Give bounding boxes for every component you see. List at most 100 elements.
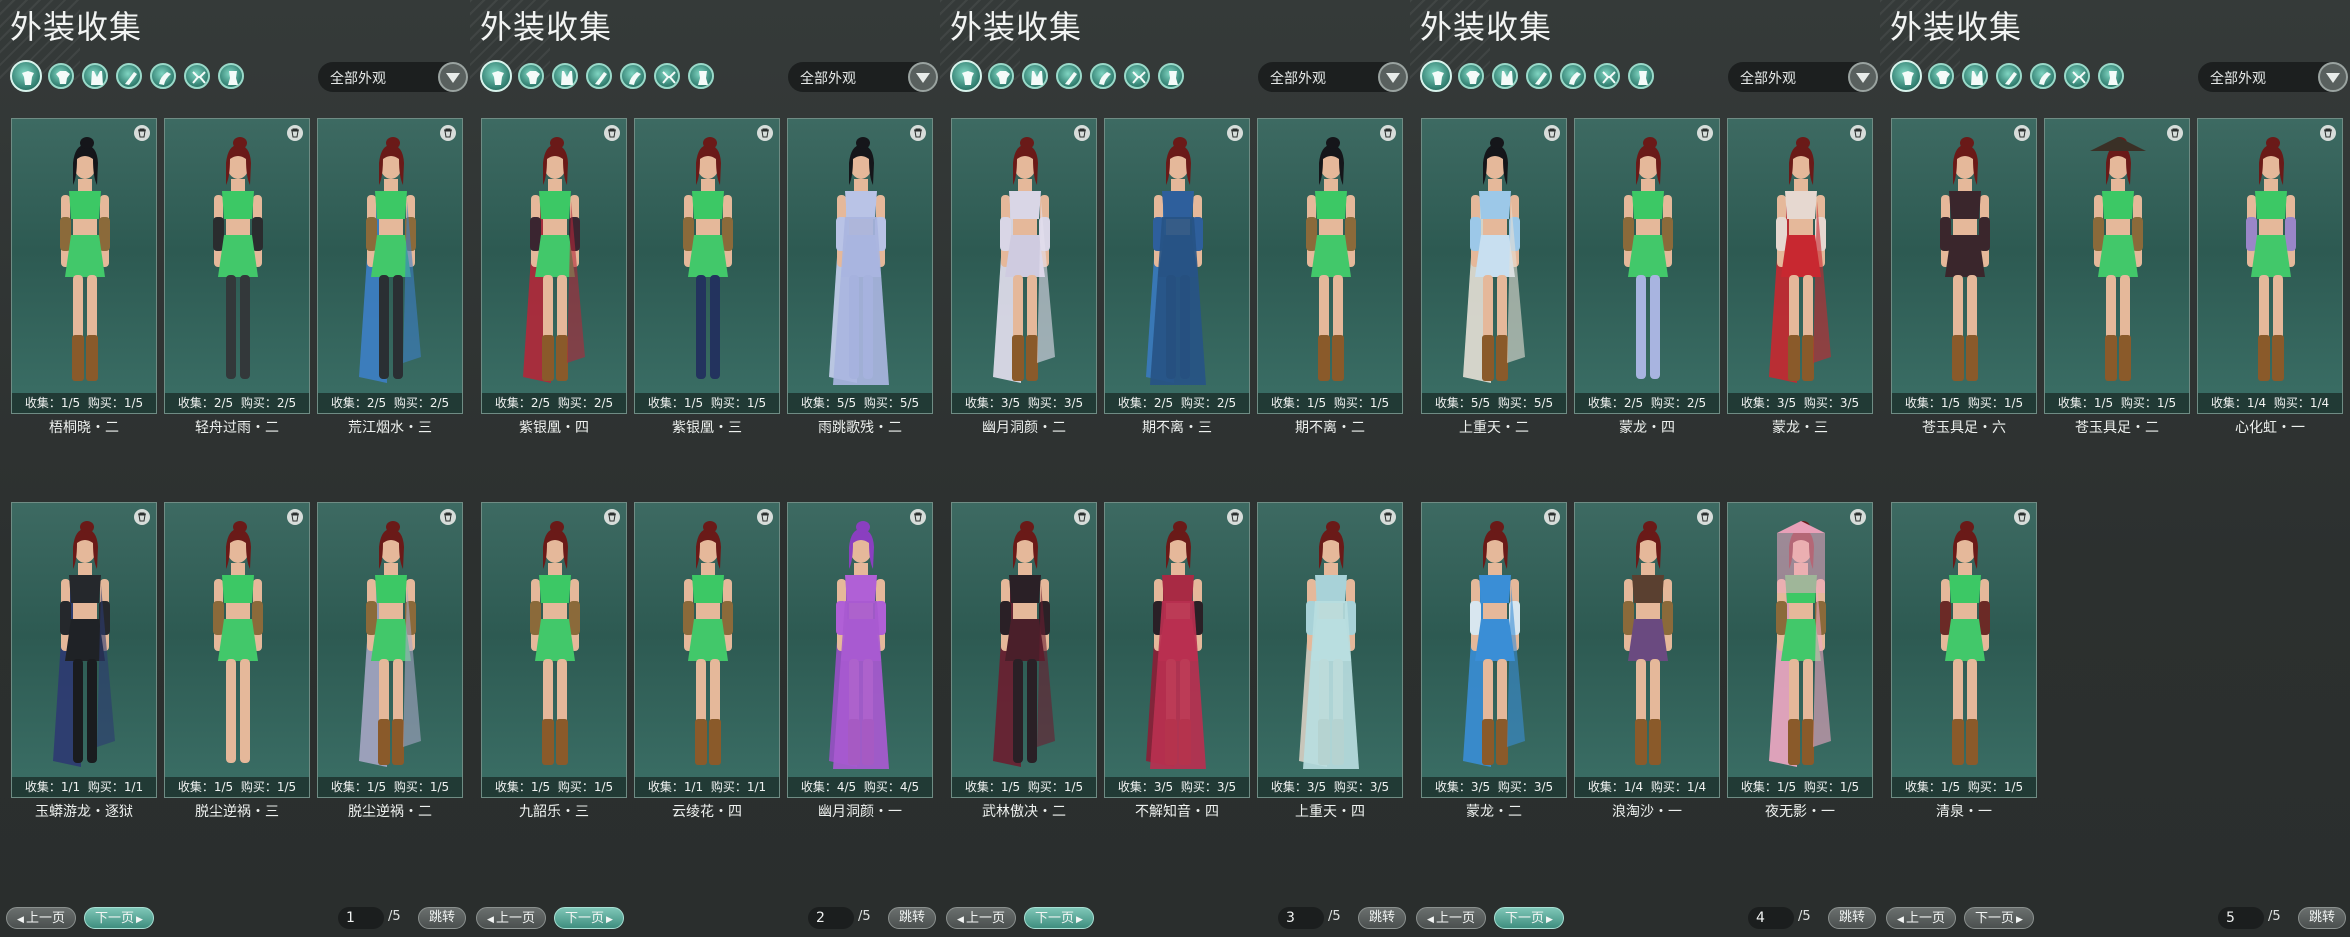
- category-tab-robe-icon[interactable]: [82, 63, 108, 89]
- category-tab-gloves-icon[interactable]: [1124, 63, 1150, 89]
- next-page-button[interactable]: 下一页: [1964, 907, 2034, 929]
- category-tab-robe-icon[interactable]: [552, 63, 578, 89]
- outfit-card[interactable]: 收集：2/5 购买：2/5: [1574, 118, 1720, 414]
- outfit-card[interactable]: 收集：1/5 购买：1/5: [317, 502, 463, 798]
- category-tab-pants-icon[interactable]: [1526, 63, 1552, 89]
- outfit-card[interactable]: 收集：1/1 购买：1/1: [634, 502, 780, 798]
- category-tab-pants-icon[interactable]: [1056, 63, 1082, 89]
- outfit-card[interactable]: 收集：2/5 购买：2/5: [317, 118, 463, 414]
- appearance-filter-dropdown[interactable]: 全部外观: [1728, 62, 1878, 92]
- outfit-card[interactable]: 收集：1/5 购买：1/5: [1891, 502, 2037, 798]
- outfit-card[interactable]: 收集：1/5 购买：1/5: [2044, 118, 2190, 414]
- trash-icon[interactable]: [1850, 509, 1866, 525]
- trash-icon[interactable]: [1697, 509, 1713, 525]
- trash-icon[interactable]: [287, 509, 303, 525]
- category-tab-outfit-icon[interactable]: [1420, 60, 1452, 92]
- outfit-card[interactable]: 收集：1/5 购买：1/5: [11, 118, 157, 414]
- appearance-filter-dropdown[interactable]: 全部外观: [788, 62, 938, 92]
- appearance-filter-dropdown[interactable]: 全部外观: [318, 62, 468, 92]
- category-tab-legwear-icon[interactable]: [1158, 63, 1184, 89]
- trash-icon[interactable]: [604, 125, 620, 141]
- category-tab-top-icon[interactable]: [48, 63, 74, 89]
- outfit-card[interactable]: 收集：1/5 购买：1/5: [164, 502, 310, 798]
- category-tab-top-icon[interactable]: [1458, 63, 1484, 89]
- outfit-card[interactable]: 收集：1/5 购买：1/5: [951, 502, 1097, 798]
- appearance-filter-dropdown[interactable]: 全部外观: [1258, 62, 1408, 92]
- trash-icon[interactable]: [2167, 125, 2183, 141]
- outfit-card[interactable]: 收集：1/5 购买：1/5: [1891, 118, 2037, 414]
- trash-icon[interactable]: [1227, 509, 1243, 525]
- outfit-card[interactable]: 收集：1/4 购买：1/4: [2197, 118, 2343, 414]
- trash-icon[interactable]: [910, 125, 926, 141]
- trash-icon[interactable]: [1544, 509, 1560, 525]
- category-tab-legwear-icon[interactable]: [688, 63, 714, 89]
- category-tab-gloves-icon[interactable]: [2064, 63, 2090, 89]
- trash-icon[interactable]: [1074, 509, 1090, 525]
- next-page-button[interactable]: 下一页: [554, 907, 624, 929]
- category-tab-legwear-icon[interactable]: [2098, 63, 2124, 89]
- trash-icon[interactable]: [2320, 125, 2336, 141]
- category-tab-robe-icon[interactable]: [1022, 63, 1048, 89]
- category-tab-outfit-icon[interactable]: [950, 60, 982, 92]
- trash-icon[interactable]: [1544, 125, 1560, 141]
- outfit-card[interactable]: 收集：2/5 购买：2/5: [1104, 118, 1250, 414]
- prev-page-button[interactable]: 上一页: [1416, 907, 1486, 929]
- category-tab-gloves-icon[interactable]: [654, 63, 680, 89]
- category-tab-outfit-icon[interactable]: [10, 60, 42, 92]
- category-tab-top-icon[interactable]: [1928, 63, 1954, 89]
- category-tab-legwear-icon[interactable]: [1628, 63, 1654, 89]
- outfit-card[interactable]: 收集：1/5 购买：1/5: [634, 118, 780, 414]
- category-tab-pants-icon[interactable]: [586, 63, 612, 89]
- category-tab-shoes-icon[interactable]: [1560, 63, 1586, 89]
- category-tab-gloves-icon[interactable]: [184, 63, 210, 89]
- outfit-card[interactable]: 收集：5/5 购买：5/5: [1421, 118, 1567, 414]
- category-tab-outfit-icon[interactable]: [1890, 60, 1922, 92]
- trash-icon[interactable]: [134, 125, 150, 141]
- trash-icon[interactable]: [1227, 125, 1243, 141]
- prev-page-button[interactable]: 上一页: [6, 907, 76, 929]
- trash-icon[interactable]: [2014, 125, 2030, 141]
- outfit-card[interactable]: 收集：3/5 购买：3/5: [951, 118, 1097, 414]
- trash-icon[interactable]: [1074, 125, 1090, 141]
- category-tab-top-icon[interactable]: [988, 63, 1014, 89]
- jump-button[interactable]: 跳转: [418, 907, 466, 929]
- category-tab-outfit-icon[interactable]: [480, 60, 512, 92]
- category-tab-shoes-icon[interactable]: [620, 63, 646, 89]
- outfit-card[interactable]: 收集：1/5 购买：1/5: [1257, 118, 1403, 414]
- prev-page-button[interactable]: 上一页: [476, 907, 546, 929]
- outfit-card[interactable]: 收集：1/1 购买：1/1: [11, 502, 157, 798]
- next-page-button[interactable]: 下一页: [84, 907, 154, 929]
- category-tab-robe-icon[interactable]: [1962, 63, 1988, 89]
- chevron-down-icon[interactable]: [438, 62, 468, 92]
- next-page-button[interactable]: 下一页: [1024, 907, 1094, 929]
- page-number-input[interactable]: 5: [2218, 907, 2264, 929]
- trash-icon[interactable]: [134, 509, 150, 525]
- outfit-card[interactable]: 收集：5/5 购买：5/5: [787, 118, 933, 414]
- trash-icon[interactable]: [440, 509, 456, 525]
- category-tab-shoes-icon[interactable]: [1090, 63, 1116, 89]
- outfit-card[interactable]: 收集：1/5 购买：1/5: [1727, 502, 1873, 798]
- trash-icon[interactable]: [757, 125, 773, 141]
- trash-icon[interactable]: [1850, 125, 1866, 141]
- chevron-down-icon[interactable]: [2318, 62, 2348, 92]
- jump-button[interactable]: 跳转: [1828, 907, 1876, 929]
- category-tab-shoes-icon[interactable]: [2030, 63, 2056, 89]
- prev-page-button[interactable]: 上一页: [1886, 907, 1956, 929]
- page-number-input[interactable]: 3: [1278, 907, 1324, 929]
- category-tab-shoes-icon[interactable]: [150, 63, 176, 89]
- outfit-card[interactable]: 收集：1/5 购买：1/5: [481, 502, 627, 798]
- trash-icon[interactable]: [757, 509, 773, 525]
- next-page-button[interactable]: 下一页: [1494, 907, 1564, 929]
- chevron-down-icon[interactable]: [1378, 62, 1408, 92]
- jump-button[interactable]: 跳转: [888, 907, 936, 929]
- outfit-card[interactable]: 收集：2/5 购买：2/5: [481, 118, 627, 414]
- outfit-card[interactable]: 收集：3/5 购买：3/5: [1421, 502, 1567, 798]
- appearance-filter-dropdown[interactable]: 全部外观: [2198, 62, 2348, 92]
- page-number-input[interactable]: 2: [808, 907, 854, 929]
- trash-icon[interactable]: [287, 125, 303, 141]
- trash-icon[interactable]: [604, 509, 620, 525]
- category-tab-pants-icon[interactable]: [1996, 63, 2022, 89]
- outfit-card[interactable]: 收集：3/5 购买：3/5: [1727, 118, 1873, 414]
- chevron-down-icon[interactable]: [908, 62, 938, 92]
- outfit-card[interactable]: 收集：2/5 购买：2/5: [164, 118, 310, 414]
